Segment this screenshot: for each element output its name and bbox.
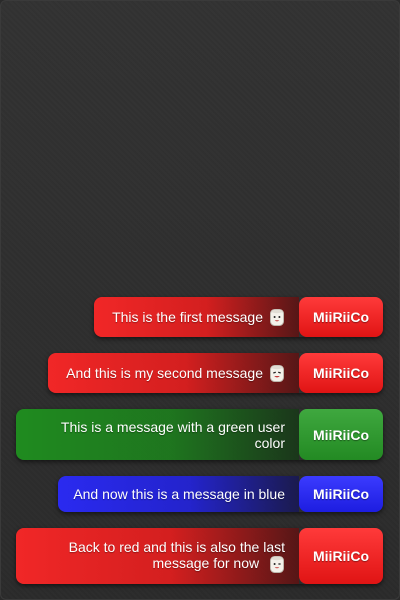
chat-message: And this is my second message MiiRiiCo xyxy=(48,353,383,393)
username-label[interactable]: MiiRiiCo xyxy=(299,353,383,393)
username-label[interactable]: MiiRiiCo xyxy=(299,476,383,512)
chat-message: This is the first message MiiRiiCo xyxy=(94,297,383,337)
message-text: And now this is a message in blue xyxy=(73,486,285,502)
message-text: And this is my second message xyxy=(66,365,263,381)
chat-window: This is the first message MiiRiiCo And t… xyxy=(0,0,400,600)
message-body: And this is my second message xyxy=(48,353,299,393)
marshmallow-emoji-icon xyxy=(270,364,284,382)
chat-message: Back to red and this is also the last me… xyxy=(16,528,383,584)
message-text: This is the first message xyxy=(112,309,263,325)
username-label[interactable]: MiiRiiCo xyxy=(299,297,383,337)
chat-message: This is a message with a green user colo… xyxy=(16,409,383,460)
username-label[interactable]: MiiRiiCo xyxy=(299,528,383,584)
marshmallow-emoji-icon xyxy=(270,555,284,573)
chat-message: And now this is a message in blue MiiRii… xyxy=(58,476,383,512)
marshmallow-emoji-icon xyxy=(270,308,284,326)
message-body: This is a message with a green user colo… xyxy=(16,409,299,460)
message-body: Back to red and this is also the last me… xyxy=(16,528,299,584)
chat-message-list: This is the first message MiiRiiCo And t… xyxy=(15,1,383,599)
message-text: This is a message with a green user colo… xyxy=(60,418,285,451)
username-label[interactable]: MiiRiiCo xyxy=(299,409,383,460)
message-body: And now this is a message in blue xyxy=(58,476,299,512)
message-text: Back to red and this is also the last me… xyxy=(56,539,285,574)
message-body: This is the first message xyxy=(94,297,299,337)
